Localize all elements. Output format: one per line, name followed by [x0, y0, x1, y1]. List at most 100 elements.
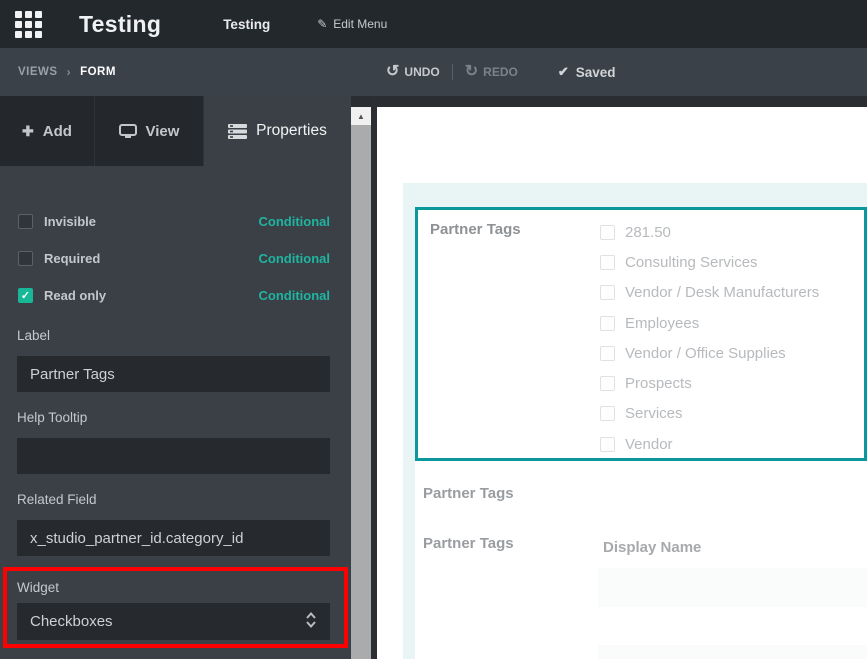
partner-tags-field2-label[interactable]: Partner Tags: [423, 485, 514, 502]
option-checkbox[interactable]: [600, 437, 615, 452]
option-label: 281.50: [625, 224, 671, 241]
required-conditional-link[interactable]: Conditional: [259, 251, 331, 266]
widget-select[interactable]: Checkboxes: [17, 603, 330, 640]
form-top-gap: [377, 96, 867, 107]
content-area: ✚ Add View Properties Invisible Conditio…: [0, 96, 867, 659]
option-label: Vendor: [625, 436, 673, 453]
tab-properties[interactable]: Properties: [204, 96, 351, 166]
option-checkbox[interactable]: [600, 376, 615, 391]
selected-field-partner-tags[interactable]: Partner Tags 281.50 Consulting Services: [415, 207, 867, 461]
option-checkbox[interactable]: [600, 346, 615, 361]
undo-icon: ↺: [386, 64, 399, 80]
saved-status: ✔ Saved: [558, 64, 616, 80]
toggle-invisible: Invisible Conditional: [18, 208, 330, 234]
edit-menu-button[interactable]: ✎ Edit Menu: [317, 17, 387, 31]
display-name-column-header[interactable]: Display Name: [603, 539, 701, 556]
option-checkbox[interactable]: [600, 225, 615, 240]
tab-view-label: View: [146, 123, 180, 140]
redo-button[interactable]: ↻ REDO: [465, 64, 518, 80]
list-row[interactable]: [598, 607, 867, 645]
redo-label: REDO: [483, 65, 518, 79]
studio-sidebar: ✚ Add View Properties Invisible Conditio…: [0, 96, 351, 659]
one2many-list: [598, 568, 867, 659]
option-label: Employees: [625, 315, 699, 332]
tab-view[interactable]: View: [95, 96, 204, 166]
history-controls: ↺ UNDO ↻ REDO ✔ Saved: [386, 48, 616, 96]
readonly-conditional-link[interactable]: Conditional: [259, 288, 331, 303]
partner-tags-field3-label[interactable]: Partner Tags: [423, 535, 514, 552]
invisible-label: Invisible: [44, 214, 96, 229]
option-label: Vendor / Desk Manufacturers: [625, 284, 819, 301]
select-updown-icon: [305, 611, 317, 633]
form-preview: Partner Tags 281.50 Consulting Services: [377, 96, 867, 659]
label-field-caption: Label: [17, 328, 50, 343]
help-tooltip-caption: Help Tooltip: [17, 410, 87, 425]
checkbox-option: Services: [600, 399, 860, 429]
app-title: Testing: [79, 11, 161, 38]
edit-menu-label: Edit Menu: [333, 17, 387, 31]
undo-button[interactable]: ↺ UNDO: [386, 64, 440, 80]
option-label: Consulting Services: [625, 254, 758, 271]
related-field-caption: Related Field: [17, 492, 97, 507]
widget-caption: Widget: [17, 580, 59, 595]
top-navbar: Testing Testing ✎ Edit Menu: [0, 0, 867, 48]
checkbox-option: Consulting Services: [600, 247, 860, 277]
monitor-icon: [119, 124, 137, 139]
option-label: Prospects: [625, 375, 692, 392]
help-tooltip-input[interactable]: [17, 438, 330, 474]
list-icon: [228, 124, 247, 139]
checkbox-option: Vendor / Desk Manufacturers: [600, 278, 860, 308]
checkbox-option: Employees: [600, 308, 860, 338]
menu-item-testing[interactable]: Testing: [223, 17, 270, 32]
breadcrumb-separator: ›: [67, 65, 72, 79]
option-label: Services: [625, 405, 683, 422]
tab-properties-label: Properties: [256, 122, 327, 140]
option-checkbox[interactable]: [600, 316, 615, 331]
toggle-required: Required Conditional: [18, 245, 330, 271]
redo-icon: ↻: [465, 64, 478, 80]
studio-toolbar: VIEWS › FORM ↺ UNDO ↻ REDO ✔ Saved: [0, 48, 867, 96]
tab-add[interactable]: ✚ Add: [0, 96, 95, 166]
checkbox-option: Prospects: [600, 368, 860, 398]
list-row[interactable]: [598, 645, 867, 659]
checkbox-option-list: 281.50 Consulting Services Vendor / Desk…: [600, 217, 860, 459]
breadcrumb-form[interactable]: FORM: [80, 66, 116, 78]
label-input[interactable]: [17, 356, 330, 392]
readonly-checkbox[interactable]: ✓: [18, 288, 33, 303]
invisible-checkbox[interactable]: [18, 214, 33, 229]
option-checkbox[interactable]: [600, 255, 615, 270]
vertical-scrollbar: ▲: [351, 96, 371, 659]
partner-tags-field-label: Partner Tags: [430, 221, 521, 238]
plus-icon: ✚: [22, 123, 34, 140]
required-label: Required: [44, 251, 100, 266]
toggle-readonly: ✓ Read only Conditional: [18, 282, 330, 308]
checkbox-option: Vendor: [600, 429, 860, 459]
history-divider: [452, 64, 453, 80]
apps-grid-icon[interactable]: [15, 11, 44, 38]
readonly-label: Read only: [44, 288, 106, 303]
undo-label: UNDO: [404, 65, 439, 79]
tab-add-label: Add: [43, 123, 72, 140]
scrollbar-track[interactable]: ▲: [351, 107, 371, 659]
related-field-input[interactable]: [17, 520, 330, 556]
breadcrumb-views[interactable]: VIEWS: [18, 66, 58, 78]
widget-select-value: Checkboxes: [30, 613, 113, 630]
sheet-highlight-frame: Partner Tags 281.50 Consulting Services: [403, 183, 867, 659]
required-checkbox[interactable]: [18, 251, 33, 266]
sheet-content: Partner Tags 281.50 Consulting Services: [415, 207, 867, 659]
check-icon: ✔: [558, 64, 569, 80]
scrollbar-thumb[interactable]: [351, 125, 371, 659]
checkbox-option: 281.50: [600, 217, 860, 247]
option-checkbox[interactable]: [600, 406, 615, 421]
option-checkbox[interactable]: [600, 285, 615, 300]
list-row[interactable]: [598, 568, 867, 607]
breadcrumb: VIEWS › FORM: [18, 65, 116, 79]
scrollbar-top-gap: [351, 96, 371, 107]
checkbox-option: Vendor / Office Supplies: [600, 338, 860, 368]
scroll-up-arrow-icon[interactable]: ▲: [351, 107, 371, 125]
saved-label: Saved: [576, 65, 616, 80]
sidebar-tabs: ✚ Add View Properties: [0, 96, 351, 166]
pencil-icon: ✎: [317, 17, 327, 31]
invisible-conditional-link[interactable]: Conditional: [259, 214, 331, 229]
option-label: Vendor / Office Supplies: [625, 345, 786, 362]
